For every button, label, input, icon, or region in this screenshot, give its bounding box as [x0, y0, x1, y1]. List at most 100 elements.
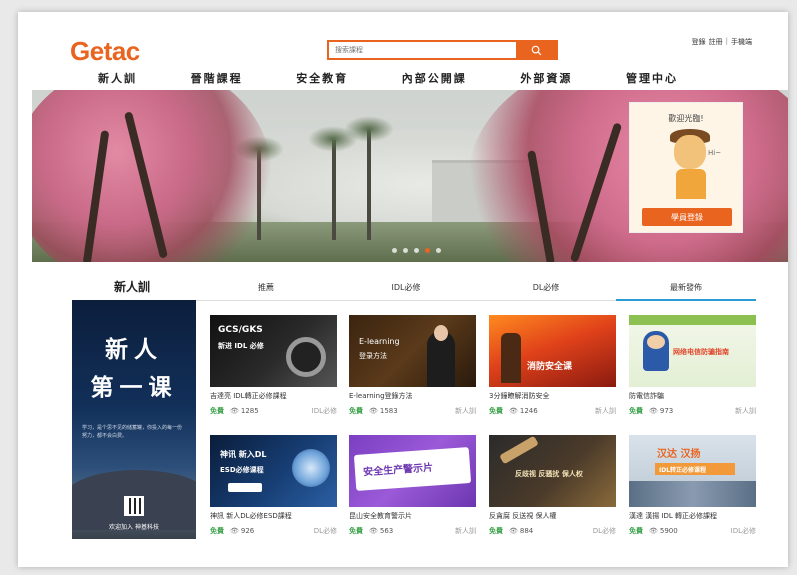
section-title: 新人訓: [114, 280, 151, 294]
eye-icon: 👁: [369, 527, 378, 535]
poster-tagline: 学习，是个思不见的储蓄罐，你投入的每一份努力，都不会白费。: [82, 425, 183, 439]
course-title[interactable]: 昆山安全教育警示片: [349, 511, 476, 521]
page-frame: Getac 登錄 註冊 | 手機端 新人訓 晉階課程 安全教育 內部公開課 外部…: [18, 12, 788, 567]
view-count: 563: [379, 527, 394, 535]
poster-title-line1: 新人: [105, 336, 163, 363]
course-card[interactable]: 网络电信防骗指南 防電信詐騙 免費 👁 973 新人訓: [629, 315, 756, 430]
course-title[interactable]: 3分鐘瞭解消防安全: [489, 391, 616, 401]
login-link[interactable]: 登錄: [692, 37, 706, 47]
green-banner-strip: [629, 315, 756, 325]
thumbnail-text: 网络电信防骗指南: [673, 348, 729, 356]
course-meta: 免費 👁 563 新人訓: [349, 526, 476, 536]
thumbnail-text: ESD必修课程: [220, 466, 264, 474]
tab-dl-required[interactable]: DL必修: [476, 282, 616, 301]
mobile-link[interactable]: 手機端: [731, 37, 752, 47]
course-meta: 免費 👁 1285 IDL必修: [210, 406, 337, 416]
eye-icon: 👁: [649, 527, 658, 535]
nav-item-internal[interactable]: 內部公開課: [402, 70, 467, 86]
course-thumbnail[interactable]: 安全生产警示片: [349, 435, 476, 507]
welcome-panel: 歡迎光臨! Hi~ 學員登錄: [629, 102, 743, 233]
course-thumbnail[interactable]: 神讯 新入DL ESD必修课程: [210, 435, 337, 507]
search-input[interactable]: [329, 42, 519, 58]
course-thumbnail[interactable]: GCS/GKS 新进 IDL 必修: [210, 315, 337, 387]
eye-icon: 👁: [230, 527, 239, 535]
palm-trunk: [332, 140, 336, 240]
course-thumbnail[interactable]: 消防安全课: [489, 315, 616, 387]
course-category: 新人訓: [595, 407, 616, 415]
course-card[interactable]: 汉达 汉扬 IDL转正必修课程 漢達 漢揚 IDL 轉正必修課程 免費 👁 59…: [629, 435, 756, 550]
course-category: DL必修: [313, 527, 337, 535]
eye-icon: 👁: [230, 407, 239, 415]
poster-title-line2: 第一课: [90, 374, 178, 401]
course-card[interactable]: GCS/GKS 新进 IDL 必修 吉達亮 IDL轉正必修課程 免費 👁 128…: [210, 315, 337, 430]
tab-latest[interactable]: 最新發佈: [616, 282, 756, 301]
course-card[interactable]: E-learning 登录方法 E-learning登錄方法 免費 👁 1583…: [349, 315, 476, 430]
car-wheel-image: [286, 337, 326, 377]
course-card[interactable]: 安全生产警示片 昆山安全教育警示片 免費 👁 563 新人訓: [349, 435, 476, 550]
separator: |: [725, 37, 728, 45]
price-badge: 免費: [210, 407, 224, 415]
police-face: [647, 335, 665, 349]
course-meta: 免費 👁 884 DL必修: [489, 526, 616, 536]
eye-icon: 👁: [369, 407, 378, 415]
nav-item-management[interactable]: 管理中心: [626, 70, 678, 86]
main-nav: 新人訓 晉階課程 安全教育 內部公開課 外部資源 管理中心: [98, 70, 678, 86]
carousel-dot[interactable]: [414, 248, 419, 253]
thumbnail-text: 反歧视 反骚扰 保人权: [515, 470, 583, 478]
thumbnail-text: IDL转正必修课程: [659, 467, 707, 474]
eye-icon: 👁: [509, 527, 518, 535]
course-card[interactable]: 神讯 新入DL ESD必修课程 神訊 新人DL必修ESD課程 免費 👁 926 …: [210, 435, 337, 550]
course-title[interactable]: 吉達亮 IDL轉正必修課程: [210, 391, 337, 401]
course-title[interactable]: 漢達 漢揚 IDL 轉正必修課程: [629, 511, 756, 521]
course-title[interactable]: E-learning登錄方法: [349, 391, 476, 401]
price-badge: 免費: [210, 527, 224, 535]
view-count: 926: [240, 527, 255, 535]
poster-footer: 欢迎加入 神基科技: [109, 524, 159, 531]
search-button[interactable]: [516, 42, 556, 58]
course-card[interactable]: 反歧视 反骚扰 保人权 反貪腐 反送視 保人權 免費 👁 884 DL必修: [489, 435, 616, 550]
getac-logo[interactable]: Getac: [70, 36, 140, 67]
thumbnail-text: 汉达 汉扬: [657, 449, 701, 460]
nav-item-new-hire[interactable]: 新人訓: [98, 70, 137, 86]
course-title[interactable]: 反貪腐 反送視 保人權: [489, 511, 616, 521]
course-category: IDL必修: [311, 407, 337, 415]
tab-recommended[interactable]: 推薦: [196, 282, 336, 301]
course-thumbnail[interactable]: E-learning 登录方法: [349, 315, 476, 387]
nav-item-external[interactable]: 外部資源: [520, 70, 572, 86]
carousel-dot-active[interactable]: [425, 248, 430, 253]
course-thumbnail[interactable]: 汉达 汉扬 IDL转正必修课程: [629, 435, 756, 507]
palm-leaves: [344, 116, 394, 142]
thumbnail-text: 登录方法: [359, 352, 387, 360]
course-meta: 免費 👁 5900 IDL必修: [629, 526, 756, 536]
nav-item-advanced[interactable]: 晉階課程: [191, 70, 243, 86]
new-hire-poster[interactable]: 新人 第一课 学习，是个思不见的储蓄罐，你投入的每一份努力，都不会白费。 欢迎加…: [72, 300, 196, 539]
user-links: 登錄 註冊 | 手機端: [692, 37, 752, 47]
course-title[interactable]: 神訊 新人DL必修ESD課程: [210, 511, 337, 521]
price-badge: 免費: [489, 407, 503, 415]
price-badge: 免費: [349, 407, 363, 415]
register-link[interactable]: 註冊: [709, 37, 723, 47]
tab-idl-required[interactable]: IDL必修: [336, 282, 476, 301]
carousel-dot[interactable]: [403, 248, 408, 253]
student-login-button[interactable]: 學員登錄: [642, 208, 732, 226]
course-category: 新人訓: [455, 527, 476, 535]
carousel-dots: [392, 248, 441, 253]
course-title[interactable]: 防電信詐騙: [629, 391, 756, 401]
nav-item-safety[interactable]: 安全教育: [296, 70, 348, 86]
carousel-dot[interactable]: [392, 248, 397, 253]
view-count: 1246: [519, 407, 538, 415]
people-image: [629, 481, 756, 507]
course-meta: 免費 👁 973 新人訓: [629, 406, 756, 416]
course-thumbnail[interactable]: 网络电信防骗指南: [629, 315, 756, 387]
carousel-dot[interactable]: [436, 248, 441, 253]
course-thumbnail[interactable]: 反歧视 反骚扰 保人权: [489, 435, 616, 507]
gavel-icon: [499, 435, 539, 465]
course-card[interactable]: 消防安全课 3分鐘瞭解消防安全 免費 👁 1246 新人訓: [489, 315, 616, 430]
course-category: DL必修: [592, 527, 616, 535]
palm-trunk: [367, 130, 371, 240]
firefighter-figure: [501, 333, 521, 383]
view-count: 884: [519, 527, 534, 535]
cartoon-avatar: [674, 135, 706, 169]
price-badge: 免費: [349, 527, 363, 535]
price-badge: 免費: [489, 527, 503, 535]
